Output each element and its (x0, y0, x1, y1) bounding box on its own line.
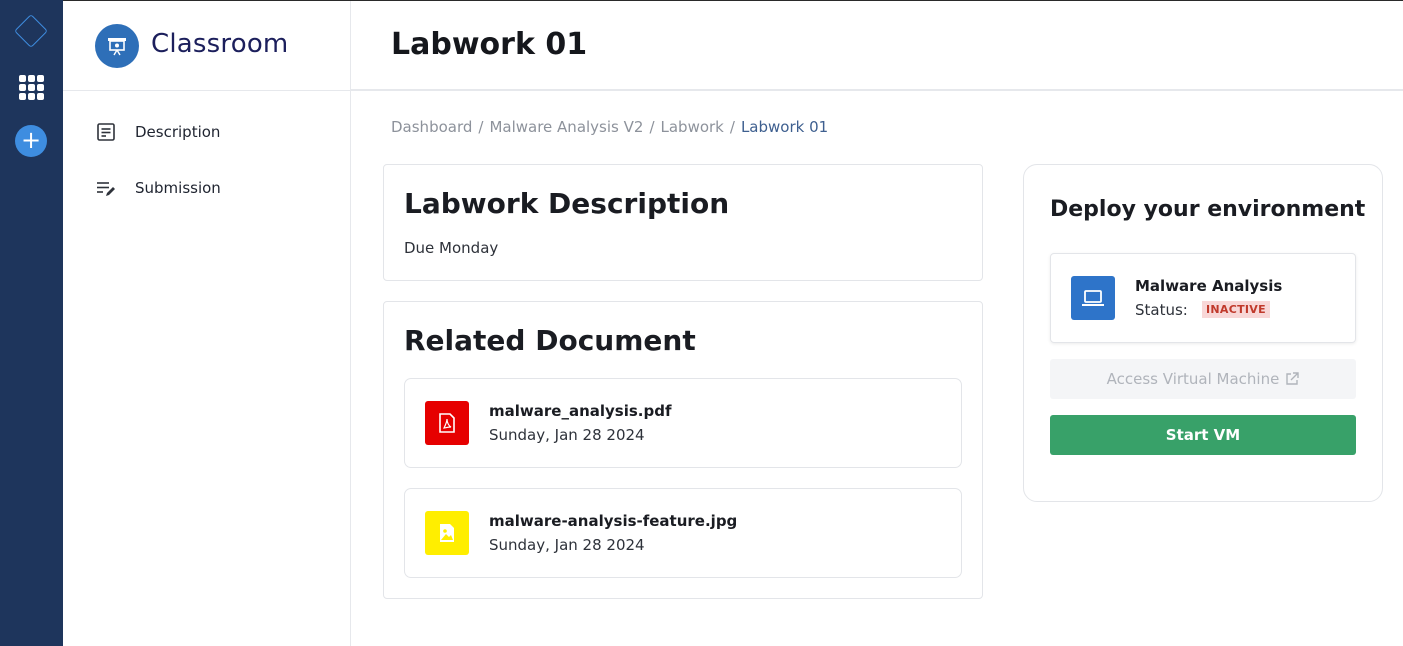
sidebar: Classroom Description Submission (63, 1, 351, 646)
document-item[interactable]: malware-analysis-feature.jpg Sunday, Jan… (404, 488, 962, 578)
plus-icon[interactable]: + (15, 125, 47, 157)
document-item[interactable]: malware_analysis.pdf Sunday, Jan 28 2024 (404, 378, 962, 468)
document-name: malware_analysis.pdf (489, 402, 672, 420)
due-text: Due Monday (404, 239, 499, 257)
breadcrumb-separator: / (729, 118, 735, 136)
breadcrumb: Dashboard / Malware Analysis V2 / Labwork / La… (391, 118, 828, 136)
apps-grid-icon[interactable] (19, 75, 44, 100)
deploy-heading: Deploy your environment (1050, 197, 1366, 222)
access-vm-button[interactable]: Access Virtual Machine (1050, 359, 1356, 399)
sidebar-item-label: Submission (135, 179, 221, 197)
document-name: malware-analysis-feature.jpg (489, 512, 738, 530)
machine-name: Malware Analysis (1135, 277, 1283, 295)
start-vm-button[interactable]: Start VM (1050, 415, 1356, 455)
status-label: Status: (1135, 301, 1188, 319)
brand: Classroom (63, 1, 350, 91)
related-heading: Related Document (404, 324, 696, 357)
description-icon (97, 123, 115, 141)
image-icon (425, 511, 469, 555)
description-card: Labwork Description Due Monday (383, 164, 983, 281)
submission-icon (97, 182, 115, 196)
breadcrumb-item[interactable]: Malware Analysis V2 (489, 118, 643, 136)
description-heading: Labwork Description (404, 187, 730, 220)
access-vm-label: Access Virtual Machine (1106, 370, 1280, 388)
breadcrumb-current: Labwork 01 (740, 118, 829, 136)
sidebar-item-label: Description (135, 123, 221, 141)
logo-diamond-icon[interactable] (14, 14, 48, 48)
sidebar-item-submission[interactable]: Submission (95, 176, 221, 200)
sidebar-item-description[interactable]: Description (95, 120, 220, 144)
deploy-panel: Deploy your environment Malware Analysis… (1023, 164, 1383, 502)
breadcrumb-item[interactable]: Labwork (661, 118, 724, 136)
laptop-icon (1071, 276, 1115, 320)
breadcrumb-separator: / (649, 118, 655, 136)
pdf-icon (425, 401, 469, 445)
external-link-icon (1286, 372, 1300, 385)
status-badge: INACTIVE (1202, 301, 1270, 318)
page-title: Labwork 01 (391, 27, 588, 62)
related-document-card: Related Document malware_analysis.pdf Su… (383, 301, 983, 599)
page-header: Labwork 01 (351, 1, 1403, 91)
document-date: Sunday, Jan 28 2024 (489, 536, 645, 554)
breadcrumb-separator: / (478, 118, 484, 136)
document-date: Sunday, Jan 28 2024 (489, 426, 645, 444)
breadcrumb-item[interactable]: Dashboard (391, 118, 472, 136)
environment-card: Malware Analysis Status: INACTIVE (1050, 253, 1356, 343)
app-title: Classroom (151, 29, 289, 59)
app-rail: + (0, 0, 63, 646)
classroom-logo-icon (95, 24, 139, 68)
